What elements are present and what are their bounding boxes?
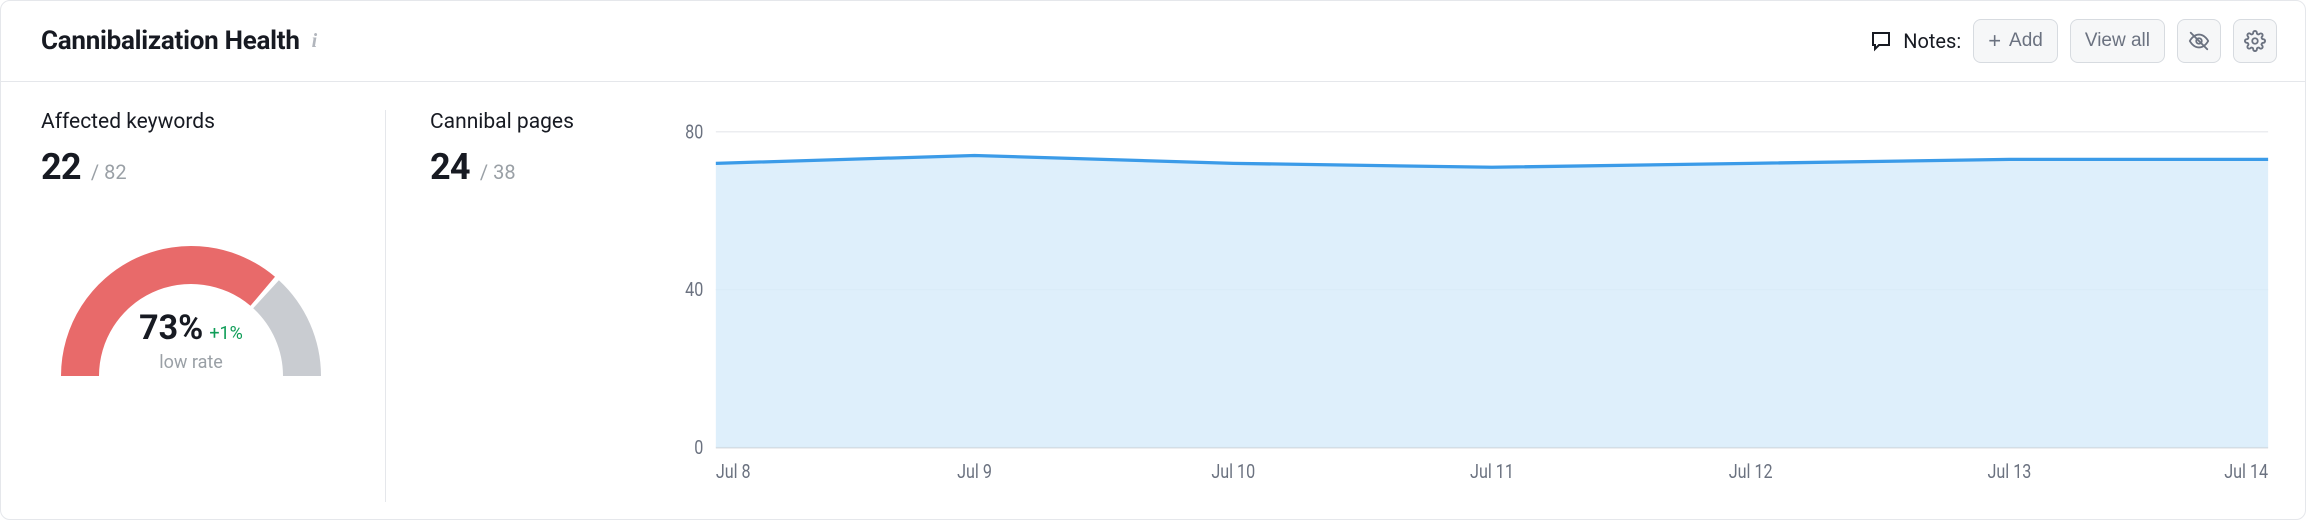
card-header: Cannibalization Health i Notes: + Add Vi…	[1, 1, 2305, 82]
affected-keywords-label: Affected keywords	[41, 110, 341, 134]
svg-text:Jul 14: Jul 14	[2224, 461, 2268, 484]
gauge-sublabel: low rate	[41, 352, 341, 373]
chart-column: 0 40 80 Jul 8 Jul 9 Jul 10 Jul 11 Jul 12 Jul 13 J…	[622, 110, 2277, 502]
affected-keywords-total: / 82	[91, 160, 127, 184]
page-title: Cannibalization Health	[41, 26, 300, 56]
gauge-center: 73% +1% low rate	[41, 308, 341, 373]
title-wrap: Cannibalization Health i	[41, 26, 317, 56]
add-button-label: Add	[2009, 30, 2043, 52]
cannibal-pages-total: / 38	[480, 160, 516, 184]
gauge-delta: +1%	[209, 323, 243, 344]
settings-button[interactable]	[2233, 19, 2277, 63]
notes-label: Notes:	[1903, 29, 1961, 53]
view-all-label: View all	[2085, 30, 2150, 52]
svg-text:40: 40	[685, 279, 703, 302]
view-all-button[interactable]: View all	[2070, 19, 2165, 63]
notes-wrap: Notes:	[1869, 29, 1961, 53]
svg-text:Jul 10: Jul 10	[1211, 461, 1255, 484]
svg-text:0: 0	[694, 437, 703, 460]
svg-text:Jul 11: Jul 11	[1470, 461, 1514, 484]
cannibal-pages-label: Cannibal pages	[430, 110, 574, 134]
card-body: Affected keywords 22 / 82 73% +1% low rat…	[1, 82, 2305, 518]
header-actions: Notes: + Add View all	[1869, 19, 2277, 63]
cannibal-pages-value: 24	[430, 146, 470, 188]
svg-text:Jul 9: Jul 9	[957, 461, 992, 484]
trend-chart: 0 40 80 Jul 8 Jul 9 Jul 10 Jul 11 Jul 12 Jul 13 J…	[662, 110, 2277, 502]
svg-text:Jul 8: Jul 8	[716, 461, 751, 484]
stats-column: Affected keywords 22 / 82 73% +1% low rat…	[41, 110, 622, 502]
gauge-wrap: 73% +1% low rate	[41, 216, 341, 386]
plus-icon: +	[1988, 30, 2001, 52]
cannibal-pages-block: Cannibal pages 24 / 38	[386, 110, 622, 502]
chart-area: 0 40 80 Jul 8 Jul 9 Jul 10 Jul 11 Jul 12 Jul 13 J…	[662, 110, 2277, 502]
visibility-toggle-button[interactable]	[2177, 19, 2221, 63]
info-icon[interactable]: i	[312, 30, 318, 53]
gear-icon	[2244, 30, 2266, 52]
svg-text:Jul 13: Jul 13	[1987, 461, 2031, 484]
cannibalization-health-card: Cannibalization Health i Notes: + Add Vi…	[0, 0, 2306, 520]
affected-keywords-block: Affected keywords 22 / 82 73% +1% low rat…	[41, 110, 386, 502]
gauge-percent: 73%	[139, 308, 203, 348]
svg-text:80: 80	[685, 121, 703, 144]
affected-keywords-value: 22	[41, 146, 81, 188]
eye-off-icon	[2188, 30, 2210, 52]
cannibal-pages-value-row: 24 / 38	[430, 146, 574, 188]
notes-icon	[1869, 29, 1893, 53]
affected-keywords-value-row: 22 / 82	[41, 146, 341, 188]
add-note-button[interactable]: + Add	[1973, 19, 2058, 63]
svg-text:Jul 12: Jul 12	[1729, 461, 1773, 484]
